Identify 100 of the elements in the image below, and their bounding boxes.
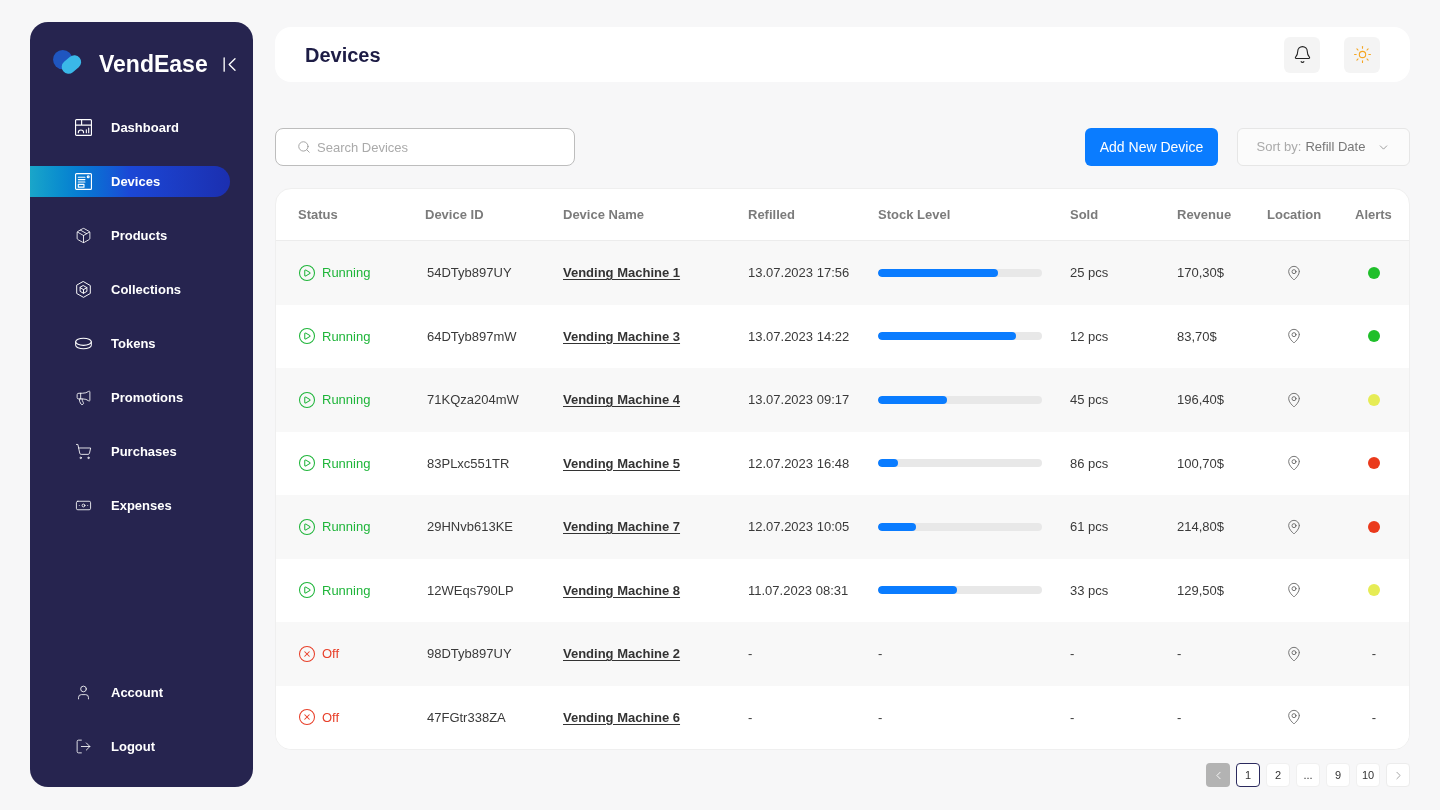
device-name-link[interactable]: Vending Machine 2 bbox=[563, 644, 681, 664]
search-field[interactable]: Search Devices bbox=[275, 128, 575, 166]
theme-toggle-button[interactable] bbox=[1344, 36, 1380, 73]
table-cell-text: - bbox=[1370, 645, 1378, 663]
column-header: Status bbox=[298, 205, 338, 224]
x-circle-icon bbox=[298, 644, 316, 663]
location-pin-icon[interactable] bbox=[1286, 263, 1302, 282]
megaphone-icon bbox=[75, 389, 92, 406]
column-header: Device Name bbox=[563, 205, 644, 224]
table-cell-text: 25 pcs bbox=[1070, 264, 1109, 282]
brand-name: VendEase bbox=[99, 49, 208, 79]
play-circle-icon bbox=[298, 454, 316, 473]
table-cell-text: - bbox=[748, 708, 753, 727]
page-button[interactable]: 9 bbox=[1326, 763, 1350, 787]
sidebar-item[interactable]: Logout bbox=[30, 731, 230, 762]
location-pin-icon[interactable] bbox=[1286, 581, 1302, 600]
collapse-sidebar-button[interactable] bbox=[221, 55, 238, 73]
table-cell-text: 12 pcs bbox=[1070, 327, 1109, 346]
box-icon bbox=[75, 227, 92, 244]
sidebar-item[interactable]: Collections bbox=[30, 274, 230, 305]
page-button[interactable]: 2 bbox=[1266, 763, 1290, 787]
location-pin-icon[interactable] bbox=[1286, 708, 1302, 727]
table-cell-text: - bbox=[1177, 645, 1182, 663]
play-circle-icon bbox=[298, 390, 316, 409]
table-cell-text: 13.07.2023 09:17 bbox=[748, 391, 850, 409]
table-cell-text: 170,30$ bbox=[1177, 264, 1224, 282]
table-cell-text: 54DTyb897UY bbox=[426, 264, 512, 282]
device-name-link[interactable]: Vending Machine 3 bbox=[563, 326, 681, 346]
device-name-link[interactable]: Vending Machine 4 bbox=[563, 390, 681, 410]
table-cell-text: 47FGtr338ZA bbox=[426, 708, 506, 727]
status-label: Running bbox=[322, 327, 371, 346]
table-cell-text: - bbox=[878, 645, 883, 663]
location-pin-icon[interactable] bbox=[1286, 454, 1302, 473]
table-cell-text: - bbox=[878, 708, 883, 727]
sidebar-item[interactable]: Dashboard bbox=[30, 112, 230, 143]
table-cell-text: 83,70$ bbox=[1177, 327, 1217, 346]
location-pin-icon[interactable] bbox=[1286, 390, 1302, 409]
sidebar-item[interactable]: Devices bbox=[30, 166, 230, 197]
table-cell-text: 61 pcs bbox=[1070, 518, 1109, 536]
sidebar-item[interactable]: Products bbox=[30, 220, 230, 251]
notifications-button[interactable] bbox=[1284, 36, 1320, 73]
column-header: Revenue bbox=[1177, 205, 1232, 224]
device-name-link[interactable]: Vending Machine 5 bbox=[563, 453, 681, 473]
logout-icon bbox=[75, 738, 92, 755]
search-icon bbox=[297, 140, 311, 154]
table-cell-text: 13.07.2023 14:22 bbox=[748, 327, 850, 346]
sidebar-item[interactable]: Purchases bbox=[30, 436, 230, 467]
column-header: Location bbox=[1267, 205, 1322, 224]
coin-icon bbox=[75, 335, 92, 352]
status-label: Off bbox=[322, 708, 340, 727]
sidebar-item[interactable]: Promotions bbox=[30, 382, 230, 413]
table-cell-text: 45 pcs bbox=[1070, 391, 1109, 409]
page-button[interactable]: ... bbox=[1296, 763, 1320, 787]
dashboard-icon bbox=[75, 119, 92, 136]
table-cell-text: 64DTyb897mW bbox=[426, 327, 517, 346]
hexagon-box-icon bbox=[75, 281, 92, 298]
bell-icon bbox=[1292, 45, 1312, 64]
table-cell-text: 13.07.2023 17:56 bbox=[748, 264, 850, 282]
table-cell-text: - bbox=[1070, 645, 1075, 663]
column-header: Stock Level bbox=[878, 205, 951, 224]
location-pin-icon[interactable] bbox=[1286, 644, 1302, 663]
table-cell-text: 33 pcs bbox=[1070, 581, 1109, 600]
table-cell-text: 196,40$ bbox=[1177, 391, 1224, 409]
page-title: Devices bbox=[305, 42, 381, 68]
page-button[interactable]: 10 bbox=[1356, 763, 1380, 787]
sidebar-item[interactable]: Tokens bbox=[30, 328, 230, 359]
sun-icon bbox=[1352, 45, 1372, 64]
play-circle-icon bbox=[298, 263, 316, 282]
cart-icon bbox=[75, 443, 92, 460]
table-cell-text: - bbox=[1370, 708, 1378, 727]
play-circle-icon bbox=[298, 517, 316, 536]
table-cell-text: 98DTyb897UY bbox=[426, 645, 512, 663]
device-name-link[interactable]: Vending Machine 6 bbox=[563, 707, 681, 727]
sidebar-item[interactable]: Account bbox=[30, 677, 230, 708]
sort-dropdown[interactable]: Sort by: Refill Date bbox=[1237, 128, 1410, 166]
table-cell-text: 100,70$ bbox=[1177, 454, 1224, 473]
device-name-link[interactable]: Vending Machine 7 bbox=[563, 517, 681, 537]
table-cell-text: 71KQza204mW bbox=[426, 391, 519, 409]
sidebar-item[interactable]: Expenses bbox=[30, 490, 230, 521]
table-cell-text: 86 pcs bbox=[1070, 454, 1109, 473]
status-label: Running bbox=[322, 518, 371, 536]
status-label: Off bbox=[322, 645, 340, 663]
add-device-button[interactable]: Add New Device bbox=[1085, 128, 1218, 166]
location-pin-icon[interactable] bbox=[1286, 517, 1302, 536]
status-label: Running bbox=[322, 391, 371, 409]
device-name-link[interactable]: Vending Machine 1 bbox=[563, 263, 681, 283]
table-cell-text: 12.07.2023 10:05 bbox=[748, 518, 850, 536]
table-cell-text: 83PLxc551TR bbox=[426, 454, 510, 473]
page-button[interactable]: 1 bbox=[1236, 763, 1260, 787]
play-circle-icon bbox=[298, 327, 316, 346]
status-label: Running bbox=[322, 264, 371, 282]
table-cell-text: - bbox=[748, 645, 753, 663]
table-cell-text: - bbox=[1177, 708, 1182, 727]
device-name-link[interactable]: Vending Machine 8 bbox=[563, 580, 681, 600]
table-cell-text: 214,80$ bbox=[1177, 518, 1224, 536]
panel-icon bbox=[75, 173, 92, 190]
location-pin-icon[interactable] bbox=[1286, 327, 1302, 346]
play-circle-icon bbox=[298, 581, 316, 600]
table-cell-text: - bbox=[1070, 708, 1075, 727]
table-cell-text: 11.07.2023 08:31 bbox=[748, 581, 849, 600]
